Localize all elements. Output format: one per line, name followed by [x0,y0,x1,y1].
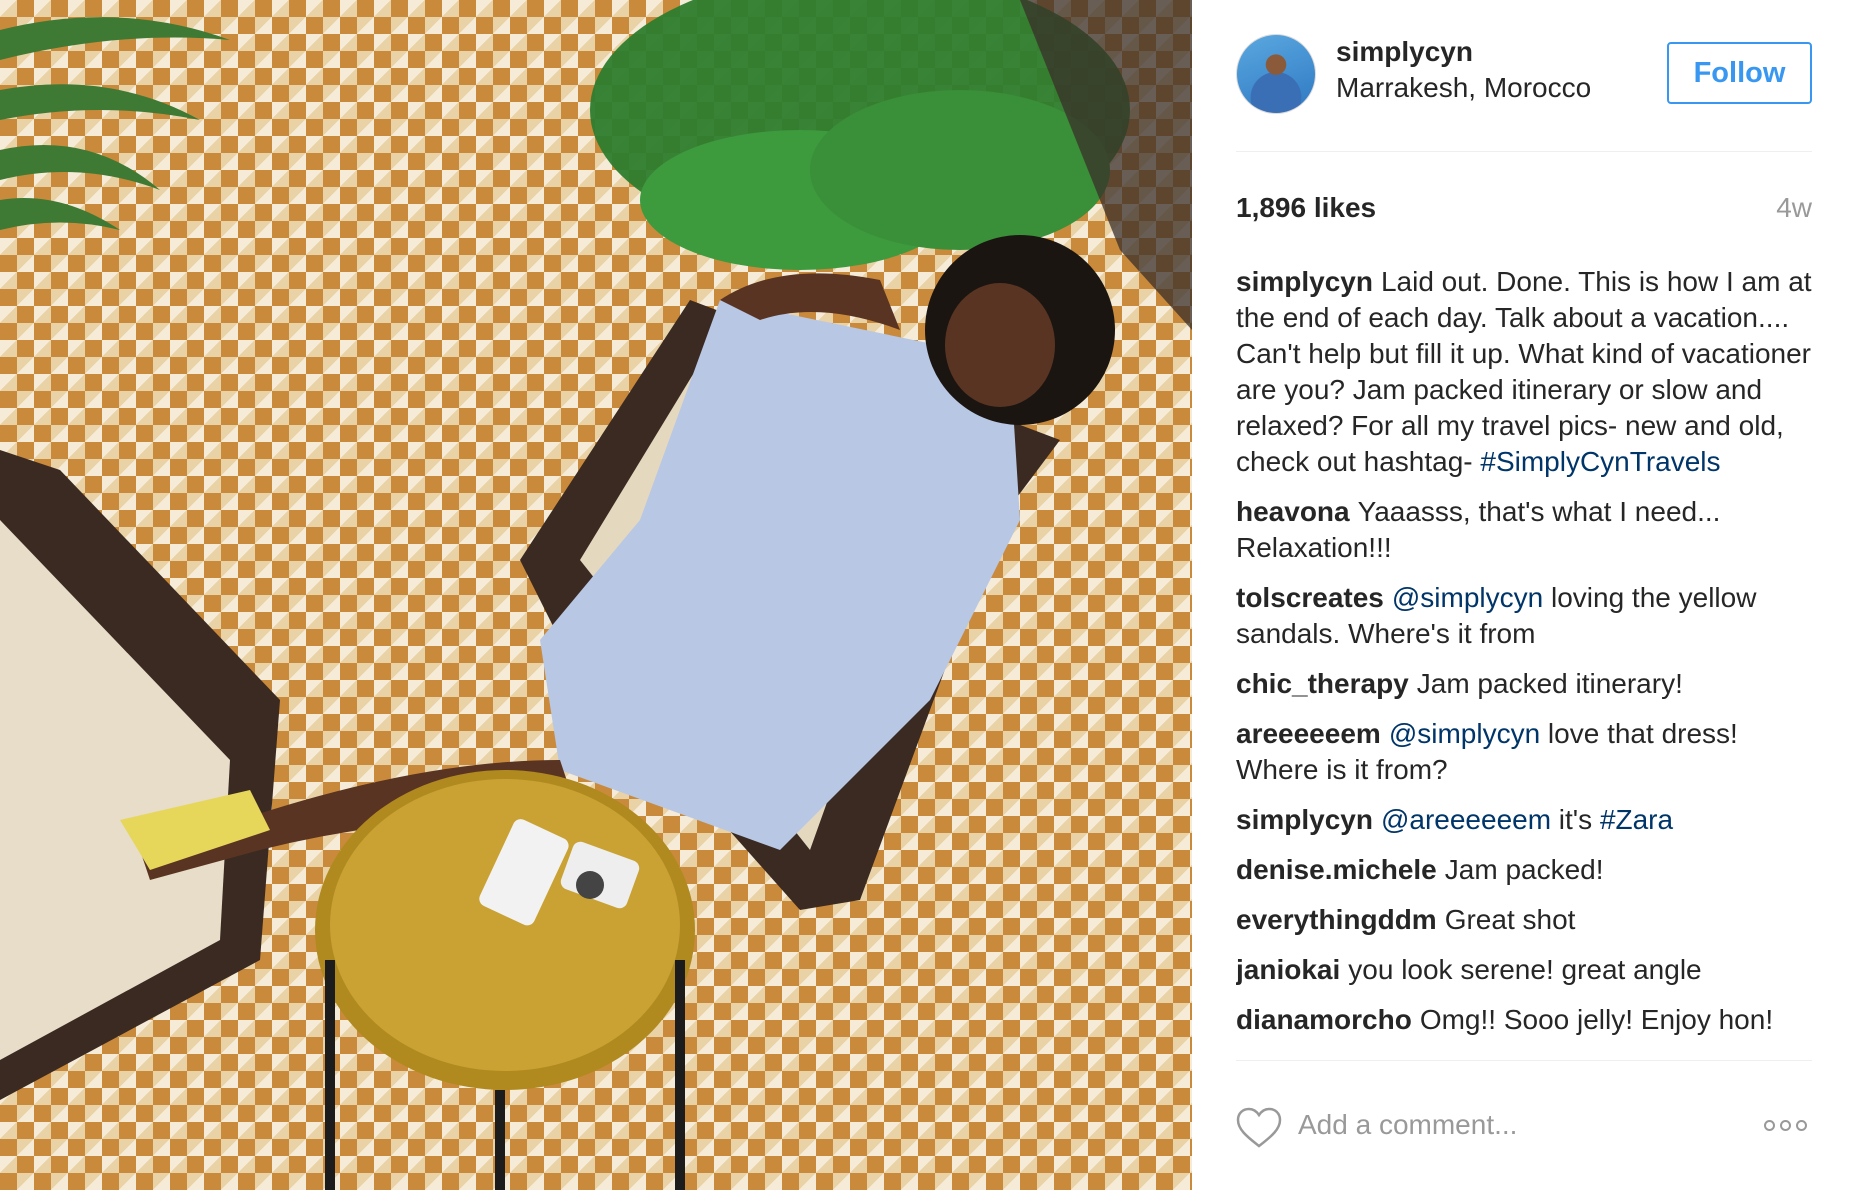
more-options-icon[interactable] [1764,1115,1812,1135]
comment-item: tolscreates @simplycyn loving the yellow … [1236,580,1812,652]
comment-username[interactable]: dianamorcho [1236,1004,1412,1035]
post-username[interactable]: simplycyn [1336,36,1473,68]
comment-username[interactable]: simplycyn [1236,804,1373,835]
comment-text: Jam packed! [1444,854,1604,885]
comment-text: Omg!! Sooo jelly! Enjoy hon! [1419,1004,1774,1035]
comment-username[interactable]: areeeeeem [1236,718,1381,749]
palm-fronds [0,17,230,230]
post-time[interactable]: 4w [1776,192,1812,224]
comment-link[interactable]: #SimplyCynTravels [1480,446,1720,477]
comment-item: simplycyn @areeeeeem it's #Zara [1236,802,1812,838]
likes-count[interactable]: 1,896 likes [1236,192,1376,224]
comment-link[interactable]: @simplycyn [1392,582,1543,613]
avatar[interactable] [1236,34,1316,114]
comment-item: chic_therapy Jam packed itinerary! [1236,666,1812,702]
comment-item: janiokai you look serene! great angle [1236,952,1812,988]
comment-item: dianamorcho Omg!! Sooo jelly! Enjoy hon! [1236,1002,1812,1038]
left-chair [0,450,280,1100]
comment-username[interactable]: everythingddm [1236,904,1437,935]
post-photo[interactable] [0,0,1192,1190]
comment-username[interactable]: chic_therapy [1236,668,1409,699]
comment-text: it's [1551,804,1600,835]
comment-item: areeeeeem @simplycyn love that dress! Whe… [1236,716,1812,788]
comment-text: you look serene! great angle [1348,954,1702,985]
post-location[interactable]: Marrakesh, Morocco [1336,72,1591,104]
comment-text: Jam packed itinerary! [1416,668,1683,699]
comment-username[interactable]: tolscreates [1236,582,1384,613]
comment-link[interactable]: @areeeeeem [1381,804,1551,835]
post-sidebar: simplycyn Marrakesh, Morocco Follow 1,89… [1192,0,1852,1190]
comment-username[interactable]: denise.michele [1236,854,1437,885]
comment-link[interactable]: @simplycyn [1389,718,1540,749]
comment-username[interactable]: simplycyn [1236,266,1373,297]
comment-username[interactable]: heavona [1236,496,1350,527]
face [945,283,1055,407]
follow-button[interactable]: Follow [1667,42,1812,104]
comment-link[interactable]: #Zara [1600,804,1673,835]
add-comment-input[interactable] [1298,1103,1738,1147]
post-header: simplycyn Marrakesh, Morocco Follow [1236,28,1812,152]
comments-list[interactable]: simplycyn Laid out. Done. This is how I a… [1236,264,1812,1058]
comment-item: simplycyn Laid out. Done. This is how I a… [1236,264,1812,480]
comment-text: Great shot [1444,904,1576,935]
comment-item: heavona Yaaasss, that's what I need... Re… [1236,494,1812,566]
comment-username[interactable]: janiokai [1236,954,1340,985]
comment-item: everythingddm Great shot [1236,902,1812,938]
comment-bar [1236,1060,1812,1190]
photo-illustration [0,0,1192,1190]
heart-icon[interactable] [1236,1107,1282,1149]
comment-item: denise.michele Jam packed! [1236,852,1812,888]
